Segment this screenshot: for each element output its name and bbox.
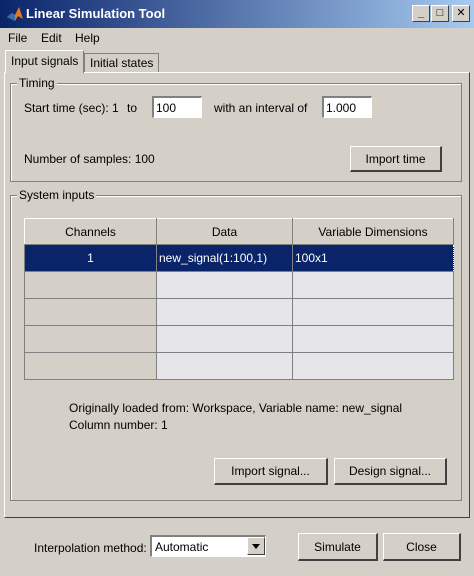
close-button[interactable]: Close: [383, 533, 461, 561]
minimize-button[interactable]: _: [412, 5, 430, 22]
data-cell[interactable]: new_signal(1:100,1): [156, 244, 293, 272]
table-row[interactable]: [24, 325, 454, 353]
title-bar: Linear Simulation Tool _ □ ✕: [0, 0, 474, 28]
simulate-button[interactable]: Simulate: [298, 533, 378, 561]
tab-input-signals[interactable]: Input signals: [5, 50, 85, 73]
data-cell[interactable]: [156, 352, 293, 380]
channel-cell[interactable]: [24, 298, 157, 326]
import-time-button[interactable]: Import time: [350, 146, 442, 172]
dimensions-cell[interactable]: [292, 298, 454, 326]
matlab-logo-icon: [7, 7, 23, 21]
chevron-down-icon[interactable]: [247, 537, 265, 555]
maximize-button[interactable]: □: [431, 5, 449, 22]
table-row[interactable]: [24, 271, 454, 299]
signal-table: Channels Data Variable Dimensions 1 new_…: [24, 218, 454, 380]
dimensions-cell[interactable]: 100x1: [292, 244, 454, 272]
dimensions-cell[interactable]: [292, 352, 454, 380]
table-row[interactable]: 1 new_signal(1:100,1) 100x1: [24, 244, 454, 272]
end-time-input[interactable]: [152, 96, 202, 118]
window-title: Linear Simulation Tool: [26, 6, 166, 21]
data-cell[interactable]: [156, 298, 293, 326]
interpolation-dropdown[interactable]: Automatic: [150, 535, 266, 557]
menu-file[interactable]: File: [8, 31, 27, 45]
table-row[interactable]: [24, 352, 454, 380]
samples-label: Number of samples: 100: [24, 152, 155, 166]
dimensions-cell[interactable]: [292, 271, 454, 299]
channel-cell[interactable]: [24, 271, 157, 299]
tab-initial-states[interactable]: Initial states: [84, 53, 160, 72]
design-signal-button[interactable]: Design signal...: [334, 458, 447, 485]
import-signal-button[interactable]: Import signal...: [214, 458, 328, 485]
data-cell[interactable]: [156, 325, 293, 353]
table-row[interactable]: [24, 298, 454, 326]
loaded-from-label: Originally loaded from: Workspace, Varia…: [69, 401, 403, 415]
data-cell[interactable]: [156, 271, 293, 299]
interpolation-value: Automatic: [155, 540, 209, 554]
menu-help[interactable]: Help: [75, 31, 100, 45]
interpolation-label: Interpolation method:: [34, 541, 147, 555]
timing-group-title: Timing: [17, 76, 57, 90]
column-header-dimensions[interactable]: Variable Dimensions: [292, 218, 454, 245]
column-number-label: Column number: 1: [69, 418, 168, 432]
column-header-data[interactable]: Data: [156, 218, 293, 245]
menu-bar: File Edit Help: [0, 28, 474, 48]
channel-cell[interactable]: [24, 325, 157, 353]
column-header-channels[interactable]: Channels: [24, 218, 157, 245]
close-window-button[interactable]: ✕: [452, 5, 470, 22]
channel-cell[interactable]: 1: [24, 244, 157, 272]
menu-edit[interactable]: Edit: [41, 31, 62, 45]
interval-label: with an interval of: [214, 101, 308, 115]
system-inputs-group-title: System inputs: [17, 188, 97, 202]
channel-cell[interactable]: [24, 352, 157, 380]
to-label: to: [127, 101, 138, 115]
interval-input[interactable]: [322, 96, 372, 118]
dimensions-cell[interactable]: [292, 325, 454, 353]
start-time-label: Start time (sec): 1: [24, 101, 119, 115]
